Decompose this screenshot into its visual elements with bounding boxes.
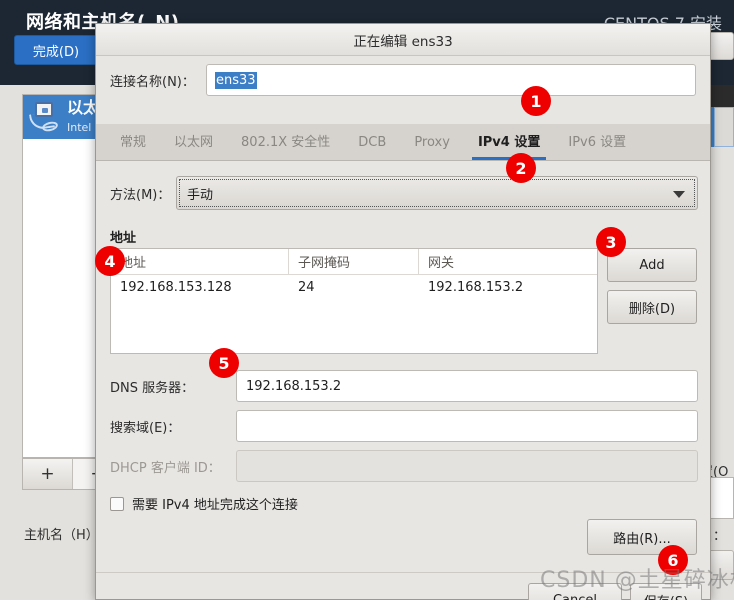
table-header-row: 地址 子网掩码 网关 — [111, 249, 597, 275]
cell-address[interactable]: 192.168.153.128 — [111, 275, 289, 299]
tab-general[interactable]: 常规 — [106, 131, 160, 160]
search-domains-input[interactable] — [236, 410, 698, 442]
tab-ipv4-settings[interactable]: IPv4 设置 — [464, 131, 554, 160]
method-selected-value: 手动 — [187, 187, 214, 203]
annotation-badge-6: 6 — [658, 545, 688, 575]
device-detail: Intel — [67, 121, 92, 134]
require-ipv4-row[interactable]: 需要 IPv4 地址完成这个连接 — [110, 494, 298, 513]
annotation-badge-5: 5 — [209, 348, 239, 378]
dns-row: DNS 服务器： 192.168.153.2 — [110, 370, 698, 402]
add-device-button[interactable]: + — [23, 459, 73, 489]
method-label: 方法(M)： — [110, 187, 171, 203]
tab-8021x-security[interactable]: 802.1X 安全性 — [227, 131, 344, 160]
screen: 以太 Intel + − 主机名（H） 置(O 名： 网络和主机名(_N) CE… — [0, 0, 734, 600]
cancel-button[interactable]: Cancel — [528, 583, 622, 600]
chevron-down-icon — [673, 191, 685, 198]
ethernet-icon — [29, 101, 61, 133]
connection-name-input[interactable]: ens33 — [206, 64, 696, 96]
method-select[interactable]: 手动 — [176, 176, 698, 210]
dialog-tabbar: 常规 以太网 802.1X 安全性 DCB Proxy IPv4 设置 IPv6… — [96, 124, 710, 161]
cell-netmask[interactable]: 24 — [289, 275, 419, 299]
annotation-badge-1: 1 — [521, 86, 551, 116]
annotation-badge-3: 3 — [596, 227, 626, 257]
dhcp-client-id-row: DHCP 客户端 ID： — [110, 450, 698, 482]
addresses-table[interactable]: 地址 子网掩码 网关 192.168.153.128 24 192.168.15… — [110, 248, 598, 354]
search-domains-row: 搜索域(E)： — [110, 410, 698, 442]
dns-label: DNS 服务器： — [110, 380, 195, 396]
cell-gateway[interactable]: 192.168.153.2 — [419, 275, 597, 299]
tab-ipv6-settings[interactable]: IPv6 设置 — [554, 131, 640, 160]
done-button[interactable]: 完成(D) — [14, 35, 98, 65]
save-button[interactable]: 保存(S) — [630, 583, 702, 600]
annotation-badge-2: 2 — [506, 153, 536, 183]
dhcp-client-id-input — [236, 450, 698, 482]
column-header-gateway: 网关 — [428, 256, 455, 271]
edit-connection-dialog: 正在编辑 ens33 连接名称(N)： ens33 常规 以太网 802.1X … — [95, 23, 711, 600]
tab-proxy[interactable]: Proxy — [400, 135, 464, 160]
require-ipv4-checkbox[interactable] — [110, 496, 124, 511]
dialog-titlebar: 正在编辑 ens33 — [96, 24, 710, 56]
ipv4-settings-panel: 方法(M)： 手动 地址 地址 子网掩码 网关 192.168.153.128 … — [96, 161, 710, 600]
addresses-section-title: 地址 — [110, 231, 137, 246]
dhcp-client-id-label: DHCP 客户端 ID： — [110, 460, 221, 476]
table-row[interactable]: 192.168.153.128 24 192.168.153.2 — [111, 275, 597, 299]
column-header-address: 地址 — [111, 249, 289, 274]
tab-ethernet[interactable]: 以太网 — [160, 131, 227, 160]
dialog-separator — [96, 572, 710, 573]
delete-address-button[interactable]: 删除(D) — [607, 290, 697, 324]
dialog-title: 正在编辑 ens33 — [353, 33, 453, 50]
installer-selected-box[interactable] — [714, 107, 734, 147]
column-header-netmask: 子网掩码 — [289, 249, 419, 274]
dns-value: 192.168.153.2 — [246, 378, 342, 394]
tab-dcb[interactable]: DCB — [344, 135, 400, 160]
connection-name-value: ens33 — [215, 71, 257, 89]
hostname-label: 主机名（H） — [24, 528, 99, 543]
require-ipv4-label: 需要 IPv4 地址完成这个连接 — [132, 498, 298, 513]
annotation-badge-4: 4 — [95, 246, 125, 276]
method-row: 方法(M)： 手动 — [110, 175, 698, 211]
connection-name-label: 连接名称(N)： — [110, 74, 195, 90]
connection-name-row: 连接名称(N)： ens33 — [96, 56, 710, 104]
dns-input[interactable]: 192.168.153.2 — [236, 370, 698, 402]
search-domains-label: 搜索域(E)： — [110, 420, 181, 436]
